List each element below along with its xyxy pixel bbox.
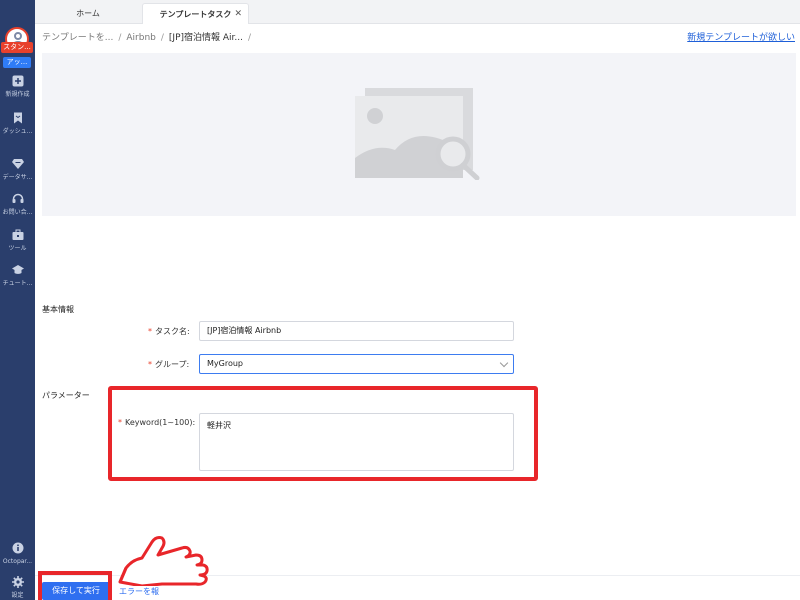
breadcrumb-separator: / [160,33,164,43]
sidebar-item-label: 設定 [11,592,24,599]
bookmark-icon [13,112,22,124]
headset-icon [12,193,23,203]
gear-icon [11,576,24,588]
breadcrumb-separator: / [248,33,252,43]
sidebar-item-label: データサ... [2,174,33,181]
group-select-value: MyGroup [207,359,243,368]
sidebar-item-label: 新規作成 [5,91,30,98]
report-error-link[interactable]: エラーを報 [119,586,159,597]
sidebar-item-data[interactable]: データサ... [0,158,35,182]
breadcrumb-item[interactable]: Airbnb [126,33,156,43]
app-badge[interactable]: アッ... [3,57,31,68]
close-icon[interactable]: ✕ [234,4,242,25]
task-name-label-text: タスク名: [155,327,190,336]
breadcrumb-item[interactable]: テンプレートを... [42,33,113,43]
sidebar-item-settings[interactable]: 設定 [0,576,35,600]
task-name-label: * タスク名: [148,326,190,337]
basic-info-section-title: 基本情報 [42,305,74,314]
sidebar: スタン... アッ... 新規作成 ダッシュ... データサ... お問い合..… [0,0,35,600]
breadcrumb-item: [JP]宿泊情報 Air... [168,33,244,43]
plan-badge[interactable]: スタン... [1,42,33,53]
tab-label: テンプレートタスク [159,10,232,19]
breadcrumb-separator: / [118,33,122,43]
group-label: * グループ: [148,359,189,370]
sidebar-item-new[interactable]: 新規作成 [0,75,35,99]
required-mark: * [148,360,152,369]
sidebar-item-dashboard[interactable]: ダッシュ... [0,112,35,136]
highlight-box [108,386,538,481]
sidebar-item-label: ツール [8,245,27,252]
pointing-hand-icon [118,536,209,586]
tab-bar: ホーム テンプレートタスク ✕ [35,0,800,24]
task-name-input[interactable]: [JP]宿泊情報 Airbnb [199,321,514,341]
sidebar-item-label: Octopar... [2,558,33,565]
sidebar-item-tutorial[interactable]: チュート... [0,264,35,288]
sidebar-item-label: お問い合... [2,209,33,216]
highlight-box-run-button [38,571,112,600]
template-preview [42,53,796,216]
image-placeholder-search-icon [355,88,480,180]
parameter-section-title: パラメーター [42,391,90,400]
graduation-cap-icon [11,265,24,274]
chevron-down-icon [499,358,509,368]
tab-home[interactable]: ホーム [35,3,141,24]
info-icon [12,542,23,554]
sidebar-item-octoparse[interactable]: Octopar... [0,542,35,566]
new-template-link[interactable]: 新規テンプレートが欲しい [687,30,795,43]
breadcrumb: テンプレートを... / Airbnb / [JP]宿泊情報 Air... / [42,30,256,43]
sidebar-item-contact[interactable]: お問い合... [0,193,35,217]
plus-square-icon [12,75,23,87]
required-mark: * [148,327,152,336]
diamond-icon [11,159,24,169]
sidebar-item-label: チュート... [2,280,33,287]
tab-template-task[interactable]: テンプレートタスク ✕ [142,3,249,24]
toolbox-icon [12,229,23,240]
sidebar-item-tools[interactable]: ツール [0,229,35,253]
sidebar-item-label: ダッシュ... [2,128,33,135]
group-label-text: グループ: [155,360,190,369]
group-select[interactable]: MyGroup [199,354,514,374]
